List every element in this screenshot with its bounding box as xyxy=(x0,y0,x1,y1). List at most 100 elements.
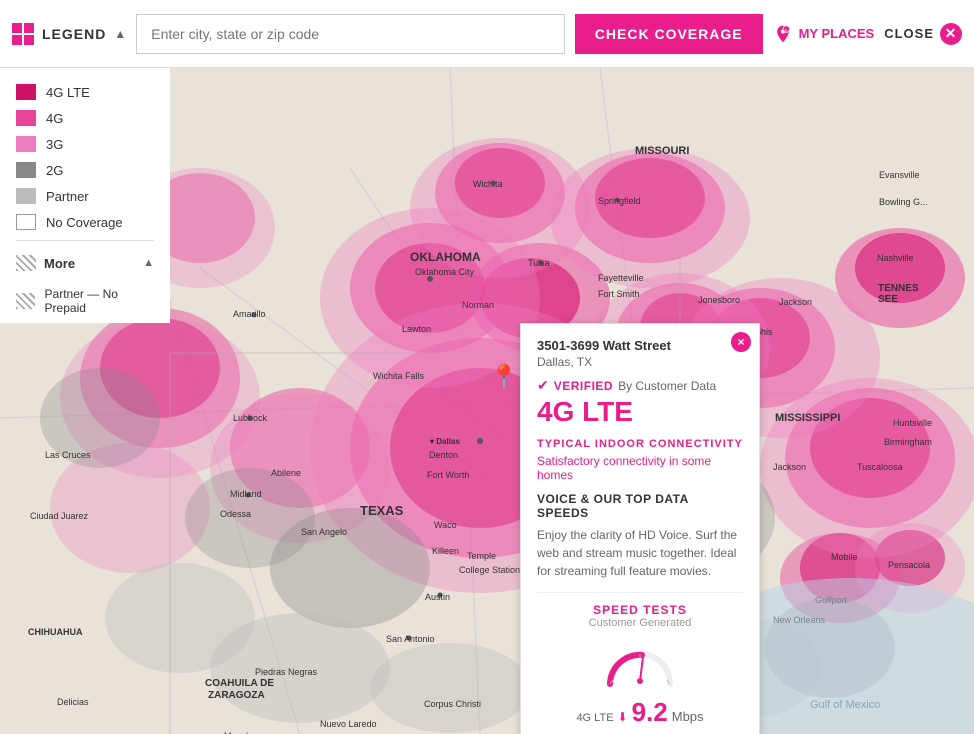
svg-text:Ciudad Juarez: Ciudad Juarez xyxy=(30,511,89,521)
more-swatch-icon xyxy=(16,255,36,271)
svg-text:SEE: SEE xyxy=(878,294,898,305)
svg-text:CHIHUAHUA: CHIHUAHUA xyxy=(28,627,83,637)
speed-tests-title: SPEED TESTS xyxy=(537,603,743,617)
my-places-icon: ♦ xyxy=(773,24,793,44)
more-chevron-icon: ▲ xyxy=(143,257,154,269)
svg-text:Evansville: Evansville xyxy=(879,170,920,180)
speed-down-icon: ⬇ xyxy=(618,710,628,724)
swatch-no-coverage xyxy=(16,214,36,230)
svg-text:Austin: Austin xyxy=(425,592,450,602)
svg-text:COAHUILA DE: COAHUILA DE xyxy=(205,678,274,689)
svg-text:Tulsa: Tulsa xyxy=(528,258,550,268)
speed-value: 9.2 xyxy=(632,697,668,728)
legend-label: LEGEND xyxy=(42,26,106,42)
legend-item-4g: 4G xyxy=(16,110,154,126)
svg-text:Nuevo Laredo: Nuevo Laredo xyxy=(320,719,377,729)
swatch-3g xyxy=(16,136,36,152)
legend-divider xyxy=(16,240,154,241)
svg-text:Pensacola: Pensacola xyxy=(888,560,930,570)
svg-text:Fayetteville: Fayetteville xyxy=(598,273,644,283)
legend-chevron-icon: ▲ xyxy=(114,27,126,41)
more-item-label: Partner — No Prepaid xyxy=(45,287,154,315)
svg-text:Jackson: Jackson xyxy=(773,462,806,472)
popup-close-button[interactable]: × xyxy=(731,332,751,352)
svg-text:Huntsville: Huntsville xyxy=(893,418,932,428)
close-label: CLOSE xyxy=(884,26,934,41)
svg-text:College Station: College Station xyxy=(459,565,520,575)
svg-text:Corpus Christi: Corpus Christi xyxy=(424,699,481,709)
search-input[interactable] xyxy=(136,14,565,54)
svg-text:▾ Dallas: ▾ Dallas xyxy=(429,437,460,446)
legend-item-3g: 3G xyxy=(16,136,154,152)
speed-label: 4G LTE xyxy=(576,712,613,724)
speed-tests-sub: Customer Generated xyxy=(537,617,743,629)
svg-text:Denton: Denton xyxy=(429,450,458,460)
svg-text:San Antonio: San Antonio xyxy=(386,634,435,644)
svg-text:Fort Worth: Fort Worth xyxy=(427,470,469,480)
svg-text:Abilene: Abilene xyxy=(271,468,301,478)
verified-icon: ✔ xyxy=(537,377,549,394)
popup-city: Dallas, TX xyxy=(537,355,743,369)
popup-address: 3501-3699 Watt Street xyxy=(537,338,743,353)
map-pin: 📍 xyxy=(489,363,519,392)
svg-text:Midland: Midland xyxy=(230,489,262,499)
popup-data-title: VOICE & OUR TOP DATA SPEEDS xyxy=(537,492,743,520)
svg-text:Tuscaloosa: Tuscaloosa xyxy=(857,462,903,472)
more-label-container: More xyxy=(16,255,75,271)
svg-text:Mobile: Mobile xyxy=(831,552,858,562)
svg-text:Amarillo: Amarillo xyxy=(233,309,266,319)
legend-label-3g: 3G xyxy=(46,137,63,152)
popup-coverage-type: 4G LTE xyxy=(537,398,743,426)
svg-text:Bowling G...: Bowling G... xyxy=(879,197,928,207)
map-area[interactable]: MISSOURI OKLAHOMA Oklahoma City TEXAS AR… xyxy=(0,68,974,734)
svg-text:Fort Smith: Fort Smith xyxy=(598,289,640,299)
legend-item-4glte: 4G LTE xyxy=(16,84,154,100)
svg-text:Jonesboro: Jonesboro xyxy=(698,295,740,305)
check-coverage-button[interactable]: CHECK COVERAGE xyxy=(575,14,763,54)
svg-text:Springfield: Springfield xyxy=(598,196,641,206)
gauge-container xyxy=(537,639,743,689)
legend-item-no-coverage: No Coverage xyxy=(16,214,154,230)
popup-indoor-title: TYPICAL INDOOR CONNECTIVITY xyxy=(537,438,743,450)
popup-divider xyxy=(537,592,743,593)
speed-gauge xyxy=(600,639,680,689)
svg-text:MISSISSIPPI: MISSISSIPPI xyxy=(775,412,840,424)
svg-text:Waco: Waco xyxy=(434,520,457,530)
svg-text:Wichita: Wichita xyxy=(473,179,503,189)
svg-text:Delicias: Delicias xyxy=(57,697,89,707)
svg-text:San Angelo: San Angelo xyxy=(301,527,347,537)
svg-text:Odessa: Odessa xyxy=(220,509,251,519)
svg-text:Wichita Falls: Wichita Falls xyxy=(373,371,425,381)
popup-verified-row: ✔ VERIFIED By Customer Data xyxy=(537,377,743,394)
legend-label-4glte: 4G LTE xyxy=(46,85,90,100)
location-popup: × 3501-3699 Watt Street Dallas, TX ✔ VER… xyxy=(520,323,760,734)
more-label-text: More xyxy=(44,256,75,271)
svg-text:ZARAGOZA: ZARAGOZA xyxy=(208,690,265,701)
svg-text:Jackson: Jackson xyxy=(779,297,812,307)
speed-unit: Mbps xyxy=(672,709,704,724)
legend-panel: 4G LTE 4G 3G 2G Partner No Coverage More xyxy=(0,68,170,323)
svg-text:Lubbock: Lubbock xyxy=(233,413,268,423)
popup-data-desc: Enjoy the clarity of HD Voice. Surf the … xyxy=(537,526,743,580)
svg-text:TEXAS: TEXAS xyxy=(360,503,404,518)
swatch-2g xyxy=(16,162,36,178)
svg-text:Piedras Negras: Piedras Negras xyxy=(255,667,318,677)
my-places-button[interactable]: ♦ MY PLACES xyxy=(773,24,875,44)
more-item-partner-no-prepaid: Partner — No Prepaid xyxy=(16,287,154,315)
legend-toggle[interactable]: LEGEND ▲ xyxy=(12,23,126,45)
more-section[interactable]: More ▲ xyxy=(16,249,154,277)
swatch-4g xyxy=(16,110,36,126)
swatch-partner xyxy=(16,188,36,204)
svg-text:Nashville: Nashville xyxy=(877,253,914,263)
svg-text:Norman: Norman xyxy=(462,300,494,310)
my-places-label: MY PLACES xyxy=(799,26,875,41)
legend-label-no-coverage: No Coverage xyxy=(46,215,123,230)
popup-indoor-subtitle: Satisfactory connectivity in some homes xyxy=(537,454,743,482)
svg-text:Las Cruces: Las Cruces xyxy=(45,450,91,460)
speed-row: 4G LTE ⬇ 9.2 Mbps xyxy=(537,697,743,728)
svg-text:Lawton: Lawton xyxy=(402,324,431,334)
close-button[interactable]: CLOSE ✕ xyxy=(884,23,962,45)
svg-text:Birmingham: Birmingham xyxy=(884,437,932,447)
legend-item-2g: 2G xyxy=(16,162,154,178)
verified-label: VERIFIED xyxy=(554,379,613,393)
